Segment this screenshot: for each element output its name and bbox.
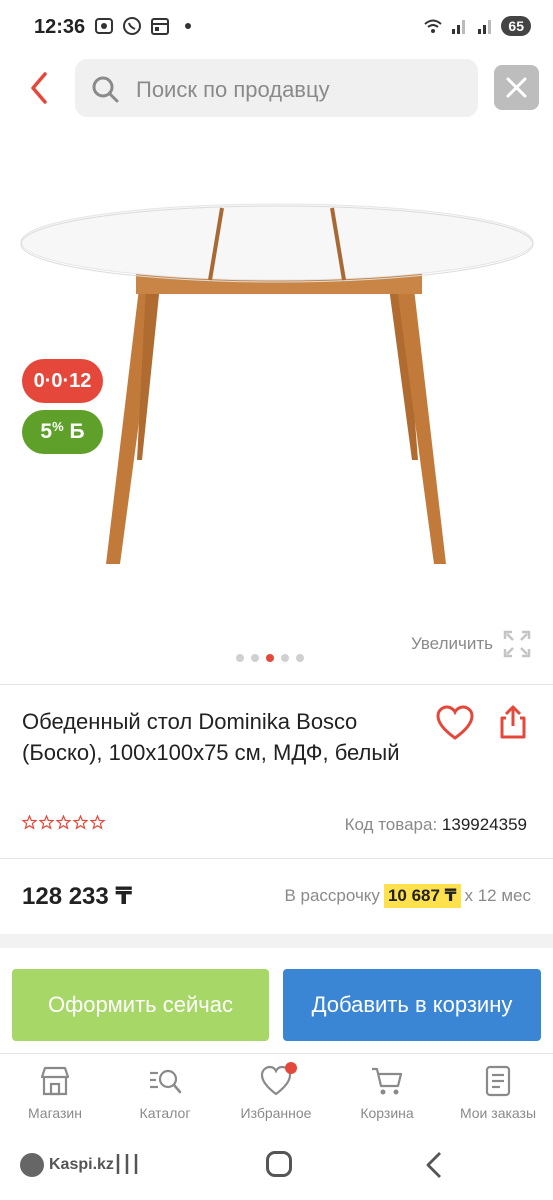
status-time: 12:36 [34,16,86,38]
bonus-currency: Б [69,420,85,443]
section-separator [0,934,553,948]
gallery-dot[interactable] [236,654,244,662]
notification-dot [285,1062,297,1074]
close-button[interactable] [494,65,539,110]
nav-item-favorites[interactable]: Избранное [221,1062,331,1121]
system-back-icon[interactable] [424,1151,444,1179]
product-code-label: Код товара: [344,815,438,834]
installment-term: x 12 мес [464,886,532,905]
installment-badge: 0·0·12 [22,359,103,403]
nav-label-favorites: Избранное [240,1105,312,1121]
gallery-dot[interactable] [251,654,259,662]
add-to-cart-button[interactable]: Добавить в корзину [283,969,541,1041]
gallery-pagination[interactable] [236,654,304,662]
product-code: Код товара: 139924359 [345,815,527,835]
zoom-label: Увеличить [411,634,493,653]
watermark-text: Kaspi.kz [49,1156,114,1173]
kaspi-watermark: Kaspi.kz [20,1153,114,1177]
kaspi-logo-icon [20,1153,44,1177]
nav-item-shop[interactable]: Магазин [0,1064,110,1121]
star-empty-icon [39,815,54,830]
search-input[interactable]: Поиск по продавцу [75,59,478,117]
product-code-value: 139924359 [441,815,527,834]
wifi-icon [424,19,443,33]
dot-icon [185,23,191,29]
shop-icon [40,1066,70,1096]
zoom-button[interactable]: Увеличить [411,630,531,658]
share-icon[interactable] [496,704,530,740]
nav-item-cart[interactable]: Корзина [332,1064,442,1121]
bonus-value: 5 [40,420,53,443]
rating-stars [22,815,105,830]
star-empty-icon [56,815,71,830]
divider [0,858,553,859]
nav-label-orders: Мои заказы [459,1105,537,1121]
star-empty-icon [73,815,88,830]
nav-label-cart: Корзина [360,1105,414,1121]
signal-icon [452,20,466,34]
battery-indicator: 65 [501,16,531,36]
expand-icon [503,630,531,658]
installment-label: В рассрочку [284,886,380,905]
gallery-dot[interactable] [281,654,289,662]
bonus-percent: % [52,419,64,434]
notification-icons [94,16,198,36]
product-title: Обеденный стол Dominika Bosco (Боско), 1… [22,709,400,765]
checkout-now-button[interactable]: Оформить сейчас [12,969,269,1041]
nav-label-shop: Магазин [27,1105,82,1121]
close-icon [506,77,527,98]
star-empty-icon [90,815,105,830]
catalog-icon [150,1069,182,1094]
cart-icon [372,1067,403,1095]
star-empty-icon [22,815,37,830]
product-price: 128 233 ₸ [22,883,133,910]
gallery-notification-icon [95,18,113,34]
search-placeholder: Поиск по продавцу [136,77,330,102]
whatsapp-icon [123,17,141,35]
home-icon[interactable] [266,1151,292,1177]
recents-icon[interactable] [114,1151,140,1177]
calendar-icon [151,18,169,35]
search-icon [92,76,119,103]
nav-label-catalog: Каталог [139,1105,191,1121]
signal-icon [478,20,492,34]
bonus-badge: 5% Б [22,410,103,454]
bottom-navigation: Магазин Каталог Избранное Корзина Мои за… [0,1053,553,1133]
orders-icon [485,1065,511,1097]
status-right: 65 [423,16,531,36]
nav-item-catalog[interactable]: Каталог [110,1064,220,1121]
divider [0,684,553,685]
installment-info[interactable]: В рассрочку 10 687 ₸ x 12 мес [284,884,531,908]
top-bar: Поиск по продавцу [0,56,553,122]
back-arrow-icon[interactable] [26,70,54,106]
heart-icon[interactable] [435,704,475,742]
nav-item-orders[interactable]: Мои заказы [443,1064,553,1121]
system-navigation: Kaspi.kz [0,1133,553,1200]
status-bar: 12:36 65 [0,0,553,56]
installment-amount: 10 687 ₸ [383,884,461,908]
gallery-dot-active[interactable] [266,654,274,662]
gallery-dot[interactable] [296,654,304,662]
